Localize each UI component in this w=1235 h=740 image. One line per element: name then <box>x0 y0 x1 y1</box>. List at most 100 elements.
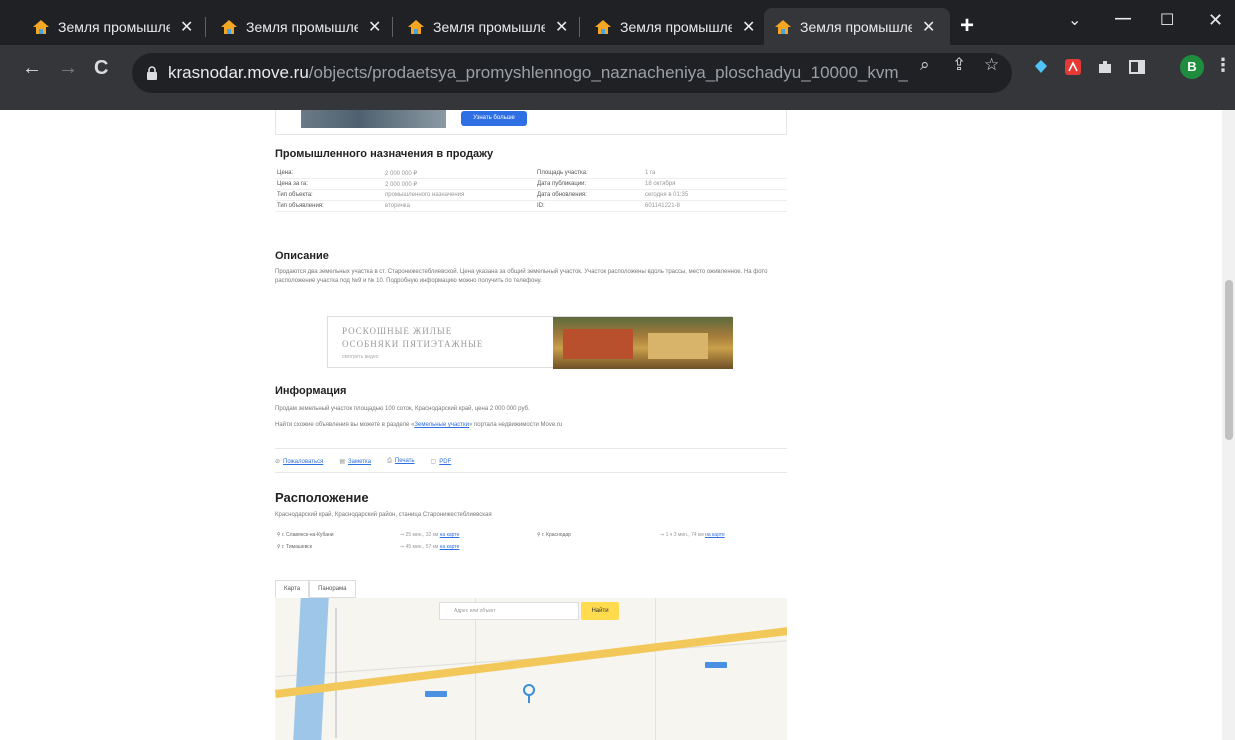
distance-time: ⇒ 1 ч 3 мин., 74 км на карте <box>660 532 725 538</box>
share-icon[interactable]: ⇪ <box>952 55 966 75</box>
land-plots-link[interactable]: Земельные участки <box>414 422 469 428</box>
ad-building-shape <box>563 329 633 359</box>
table-row: Цена: 2 000 000 ₽ Площадь участка: 1 га <box>275 168 787 179</box>
section-heading-info: Информация <box>275 385 347 397</box>
profile-avatar[interactable]: B <box>1180 55 1204 79</box>
divider <box>275 448 787 449</box>
house-icon <box>594 18 612 36</box>
close-icon[interactable]: ✕ <box>368 17 381 37</box>
tab-panorama[interactable]: Панорама <box>309 580 356 598</box>
back-icon[interactable]: ← <box>22 57 42 80</box>
forward-icon[interactable]: → <box>58 57 78 80</box>
print-link[interactable]: Печать <box>395 458 415 464</box>
pdf-action[interactable]: ▢ PDF <box>431 458 452 465</box>
pdf-icon: ▢ <box>430 459 437 465</box>
location-pin-icon: ⚲ <box>277 532 281 538</box>
prop-key: Цена за га: <box>277 181 308 187</box>
ad-headline: РОСКОШНЫЕ ЖИЛЫЕ <box>342 326 453 336</box>
info-links-text: Найти схожие объявления вы можете в разд… <box>275 422 562 428</box>
ad-photo <box>553 317 733 369</box>
location-pin-icon: ⚲ <box>277 544 281 550</box>
prop-key: Тип объекта: <box>277 192 313 198</box>
browser-tab-2[interactable]: Земля промышле ✕ <box>210 8 391 45</box>
scrollbar-thumb[interactable] <box>1225 280 1233 440</box>
divider <box>275 472 787 473</box>
url-path: /objects/prodaetsya_promyshlennogo_nazna… <box>308 63 908 82</box>
prop-key: Тип объявления: <box>277 203 324 209</box>
pdf-extension-icon[interactable] <box>1064 58 1082 76</box>
browser-tab-1[interactable]: Земля промышле ✕ <box>22 8 203 45</box>
note-action[interactable]: ▤ Заметка <box>339 458 371 465</box>
prop-value: 601141221-8 <box>645 203 680 209</box>
print-action[interactable]: ⎙ Печать <box>387 458 414 465</box>
close-icon[interactable]: ✕ <box>742 17 755 37</box>
properties-table: Цена: 2 000 000 ₽ Площадь участка: 1 га … <box>275 168 787 212</box>
distance-item: ⚲ г. Краснодар <box>537 532 571 538</box>
zoom-icon[interactable]: ⌕ <box>920 55 930 75</box>
distance-time-value: 1 ч 3 мин., 74 км <box>665 532 704 538</box>
prop-key: ID: <box>537 203 545 209</box>
page-scrollbar[interactable] <box>1222 110 1235 740</box>
new-tab-button[interactable]: + <box>960 12 974 40</box>
pdf-link[interactable]: PDF <box>439 459 451 465</box>
note-link[interactable]: Заметка <box>348 459 371 465</box>
complain-action[interactable]: ⊘ Пожаловаться <box>275 458 323 465</box>
prop-value: вторичка <box>385 203 410 209</box>
close-window-icon[interactable]: ✕ <box>1208 10 1223 31</box>
extensions-puzzle-icon[interactable] <box>1096 58 1114 76</box>
complain-link[interactable]: Пожаловаться <box>283 459 323 465</box>
ad-subheadline: ОСОБНЯКИ ПЯТИЭТАЖНЫЕ <box>342 339 484 349</box>
url-text: krasnodar.move.ru/objects/prodaetsya_pro… <box>168 63 908 83</box>
close-icon[interactable]: ✕ <box>555 17 568 37</box>
tab-title: Земля промышле <box>246 18 358 35</box>
map-tabs: Карта Панорама <box>275 580 356 598</box>
house-icon <box>32 18 50 36</box>
info-text-before: Найти схожие объявления вы можете в разд… <box>275 422 415 428</box>
close-icon[interactable]: ✕ <box>180 17 193 37</box>
maximize-icon[interactable]: ☐ <box>1160 10 1174 30</box>
extension-diamond-icon[interactable] <box>1032 58 1050 76</box>
table-row: Тип объекта: промышленного назначения Да… <box>275 190 787 201</box>
prop-value: 2 000 000 ₽ <box>385 171 418 177</box>
learn-more-button[interactable]: Узнать больше <box>461 111 527 126</box>
tab-title: Земля промышле <box>620 18 732 35</box>
bookmark-star-icon[interactable]: ☆ <box>984 55 999 75</box>
on-map-link[interactable]: на карте <box>440 532 460 538</box>
distance-value: ⇒ 25 мин., 32 км на карте <box>400 532 459 538</box>
map-find-button[interactable]: Найти <box>581 602 619 620</box>
listing-actions: ⊘ Пожаловаться ▤ Заметка ⎙ Печать ▢ PDF <box>275 458 451 465</box>
section-heading-location: Расположение <box>275 490 369 505</box>
address-bar[interactable]: krasnodar.move.ru/objects/prodaetsya_pro… <box>132 53 1012 93</box>
browser-tab-3[interactable]: Земля промышле ✕ <box>397 8 578 45</box>
prop-value: промышленного назначения <box>385 192 465 198</box>
menu-kebab-icon[interactable]: ⋮ <box>1214 55 1232 76</box>
close-icon[interactable]: ✕ <box>922 17 935 37</box>
listing-photo[interactable] <box>301 110 446 128</box>
side-panel-icon[interactable] <box>1128 58 1146 76</box>
prop-key: Цена: <box>277 170 294 176</box>
description-text: Продаются два земельных участка в ст. Ст… <box>275 269 768 284</box>
ad-video-link[interactable]: смотреть видео <box>342 354 379 360</box>
distance-value: ⇒ 45 мин., 57 км на карте <box>400 544 459 550</box>
road-shield <box>705 662 727 668</box>
map-pin-icon[interactable] <box>523 684 535 703</box>
advertisement-banner[interactable]: РОСКОШНЫЕ ЖИЛЫЕ ОСОБНЯКИ ПЯТИЭТАЖНЫЕ смо… <box>327 316 733 369</box>
minimize-icon[interactable]: — <box>1115 10 1131 28</box>
map-search-input[interactable]: Адрес или объект <box>439 602 579 620</box>
info-text: Продам земельный участок площадью 100 со… <box>275 406 530 412</box>
distance-item: ⚲ г. Славянск-на-Кубани <box>277 532 334 538</box>
distance-value: ⇒ 1 ч 3 мин., 74 км на карте <box>660 532 725 538</box>
browser-tab-4[interactable]: Земля промышле ✕ <box>584 8 765 45</box>
tab-search-icon[interactable]: ⌄ <box>1068 10 1081 30</box>
prop-value: 2 000 000 ₽ <box>385 182 418 188</box>
distance-time: ⇒ 45 мин., 57 км на карте <box>400 544 459 550</box>
on-map-link[interactable]: на карте <box>705 532 725 538</box>
tab-map[interactable]: Карта <box>275 580 310 598</box>
browser-tab-active[interactable]: Земля промышле ✕ <box>764 8 950 45</box>
on-map-link[interactable]: на карте <box>440 544 460 550</box>
map-view[interactable]: Адрес или объект Найти <box>275 598 787 740</box>
note-icon: ▤ <box>339 459 345 465</box>
house-icon <box>407 18 425 36</box>
map-river <box>293 598 329 740</box>
reload-icon[interactable]: C <box>94 57 108 80</box>
